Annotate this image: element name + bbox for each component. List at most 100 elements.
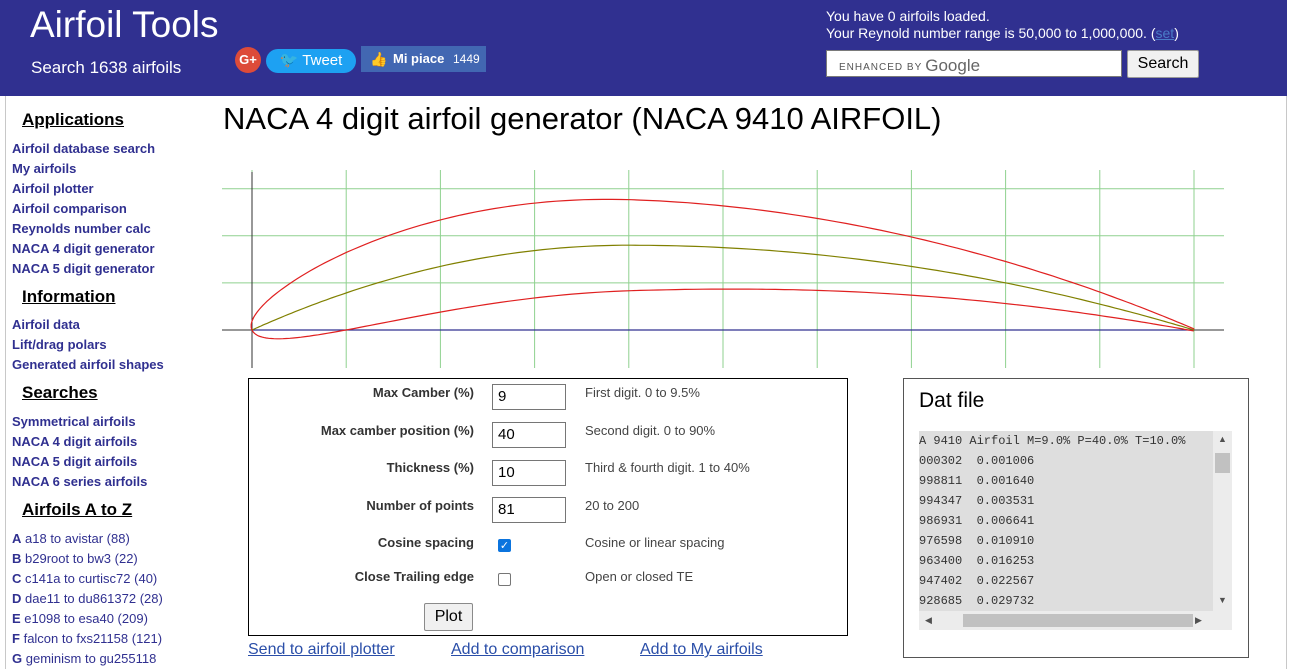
search-placeholder: ENHANCED BY Google: [839, 55, 980, 75]
close-te-label: Close Trailing edge: [354, 569, 474, 584]
reynolds-range-text: Your Reynold number range is 50,000 to 1…: [826, 25, 1179, 41]
scroll-left-icon[interactable]: ◀: [925, 615, 932, 626]
num-points-input[interactable]: 81: [492, 497, 566, 523]
dat-line: 947402 0.022567: [919, 574, 1035, 588]
dat-line: 928685 0.029732: [919, 594, 1035, 608]
sidebar-link-database-search[interactable]: Airfoil database search: [12, 141, 155, 156]
camber-position-desc: Second digit. 0 to 90%: [585, 423, 716, 438]
search-enhanced-label: ENHANCED BY: [839, 62, 923, 73]
az-range: c141a to curtisc72 (40): [25, 571, 158, 586]
thickness-desc: Third & fourth digit. 1 to 40%: [585, 460, 750, 475]
cosine-spacing-label: Cosine spacing: [377, 535, 474, 550]
search-input[interactable]: ENHANCED BY Google: [826, 50, 1122, 77]
airfoil-chart: [222, 170, 1224, 368]
az-range: e1098 to esa40 (209): [24, 611, 148, 626]
az-item[interactable]: C c141a to curtisc72 (40): [12, 571, 157, 586]
google-plus-button[interactable]: G+: [235, 47, 261, 73]
cosine-spacing-checkbox[interactable]: ✓: [498, 539, 511, 552]
az-letter: B: [12, 551, 22, 566]
google-logo: Google: [925, 56, 981, 75]
az-item[interactable]: G geminism to gu255118: [12, 651, 156, 666]
az-item[interactable]: D dae11 to du861372 (28): [12, 591, 163, 606]
plot-button[interactable]: Plot: [424, 603, 473, 631]
thickness-input[interactable]: 10: [492, 460, 566, 486]
sidebar-link-reynolds-calc[interactable]: Reynolds number calc: [12, 221, 151, 236]
reynolds-range-label: Your Reynold number range is 50,000 to 1…: [826, 25, 1156, 41]
add-to-comparison-link[interactable]: Add to comparison: [451, 641, 584, 659]
dat-file-panel: Dat file A 9410 Airfoil M=9.0% P=40.0% T…: [903, 378, 1249, 658]
az-range: a18 to avistar (88): [25, 531, 130, 546]
page-left-border: [5, 96, 6, 669]
az-letter: E: [12, 611, 21, 626]
tweet-button[interactable]: 🐦 Tweet: [266, 49, 356, 73]
airfoils-az-heading[interactable]: Airfoils A to Z: [22, 500, 132, 520]
camber-position-label: Max camber position (%): [320, 423, 474, 438]
camber-position-input[interactable]: 40: [492, 422, 566, 448]
max-camber-desc: First digit. 0 to 9.5%: [585, 385, 700, 400]
search-button[interactable]: Search: [1127, 50, 1199, 78]
sidebar-link-naca5-generator[interactable]: NACA 5 digit generator: [12, 261, 155, 276]
az-letter: D: [12, 591, 22, 606]
dat-vertical-thumb[interactable]: [1215, 453, 1230, 473]
az-letter: A: [12, 531, 22, 546]
send-to-plotter-link[interactable]: Send to airfoil plotter: [248, 641, 395, 659]
site-title[interactable]: Airfoil Tools: [30, 4, 219, 46]
scroll-up-icon[interactable]: ▲: [1218, 434, 1227, 444]
dat-vertical-scrollbar[interactable]: ▲ ▼: [1213, 431, 1232, 611]
scroll-right-icon[interactable]: ▶: [1195, 615, 1202, 626]
dat-horizontal-thumb[interactable]: [963, 614, 1193, 627]
generator-form: Max Camber (%) 9 First digit. 0 to 9.5% …: [248, 378, 848, 636]
sidebar-link-generated-shapes[interactable]: Generated airfoil shapes: [12, 357, 164, 372]
site-subtitle[interactable]: Search 1638 airfoils: [31, 58, 181, 78]
dat-line: 976598 0.010910: [919, 534, 1035, 548]
airfoils-loaded-text: You have 0 airfoils loaded.: [826, 8, 990, 24]
applications-heading[interactable]: Applications: [22, 110, 124, 130]
sidebar-link-airfoil-data[interactable]: Airfoil data: [12, 317, 80, 332]
dat-horizontal-scrollbar[interactable]: ◀ ▶: [919, 611, 1232, 630]
page-title: NACA 4 digit airfoil generator (NACA 941…: [223, 101, 942, 136]
dat-line: 963400 0.016253: [919, 554, 1035, 568]
az-item[interactable]: F falcon to fxs21158 (121): [12, 631, 162, 646]
az-letter: G: [12, 651, 23, 666]
page-right-border: [1286, 96, 1287, 669]
sidebar-link-naca5-airfoils[interactable]: NACA 5 digit airfoils: [12, 454, 137, 469]
dat-file-textarea[interactable]: A 9410 Airfoil M=9.0% P=40.0% T=10.0% 00…: [919, 431, 1232, 630]
az-range: geminism to gu255118: [25, 651, 157, 666]
sidebar-link-naca4-airfoils[interactable]: NACA 4 digit airfoils: [12, 434, 137, 449]
sidebar-link-naca6-airfoils[interactable]: NACA 6 series airfoils: [12, 474, 147, 489]
scroll-down-icon[interactable]: ▼: [1218, 595, 1227, 605]
close-te-desc: Open or closed TE: [585, 569, 694, 584]
sidebar-link-naca4-generator[interactable]: NACA 4 digit generator: [12, 241, 155, 256]
tweet-label: Tweet: [302, 52, 343, 69]
site-header: Airfoil Tools Search 1638 airfoils G+ 🐦 …: [0, 0, 1287, 96]
max-camber-input[interactable]: 9: [492, 384, 566, 410]
az-item[interactable]: E e1098 to esa40 (209): [12, 611, 148, 626]
information-heading[interactable]: Information: [22, 287, 116, 307]
thickness-label: Thickness (%): [386, 460, 474, 475]
like-label: Mi piace: [393, 51, 445, 66]
sidebar-link-airfoil-comparison[interactable]: Airfoil comparison: [12, 201, 127, 216]
dat-file-title: Dat file: [919, 389, 985, 412]
dat-line: A 9410 Airfoil M=9.0% P=40.0% T=10.0%: [919, 434, 1186, 448]
az-item[interactable]: B b29root to bw3 (22): [12, 551, 138, 566]
searches-heading[interactable]: Searches: [22, 383, 98, 403]
sidebar-link-lift-drag-polars[interactable]: Lift/drag polars: [12, 337, 107, 352]
sidebar-link-my-airfoils[interactable]: My airfoils: [12, 161, 76, 176]
dat-line: 998811 0.001640: [919, 474, 1035, 488]
az-item[interactable]: A a18 to avistar (88): [12, 531, 130, 546]
add-to-my-airfoils-link[interactable]: Add to My airfoils: [640, 641, 763, 659]
like-count: 1449: [453, 52, 480, 66]
az-letter: F: [12, 631, 20, 646]
like-button[interactable]: 👍 Mi piace 1449: [361, 46, 486, 72]
az-range: dae11 to du861372 (28): [25, 591, 163, 606]
sidebar-link-airfoil-plotter[interactable]: Airfoil plotter: [12, 181, 94, 196]
num-points-label: Number of points: [366, 498, 474, 513]
sidebar-link-symmetrical[interactable]: Symmetrical airfoils: [12, 414, 136, 429]
dat-line: 994347 0.003531: [919, 494, 1035, 508]
reynolds-close-paren: ): [1174, 25, 1179, 41]
az-letter: C: [12, 571, 22, 586]
close-te-checkbox[interactable]: [498, 573, 511, 586]
reynolds-set-link[interactable]: set: [1156, 25, 1175, 41]
cosine-spacing-desc: Cosine or linear spacing: [585, 535, 725, 550]
twitter-bird-icon: 🐦: [279, 52, 299, 69]
